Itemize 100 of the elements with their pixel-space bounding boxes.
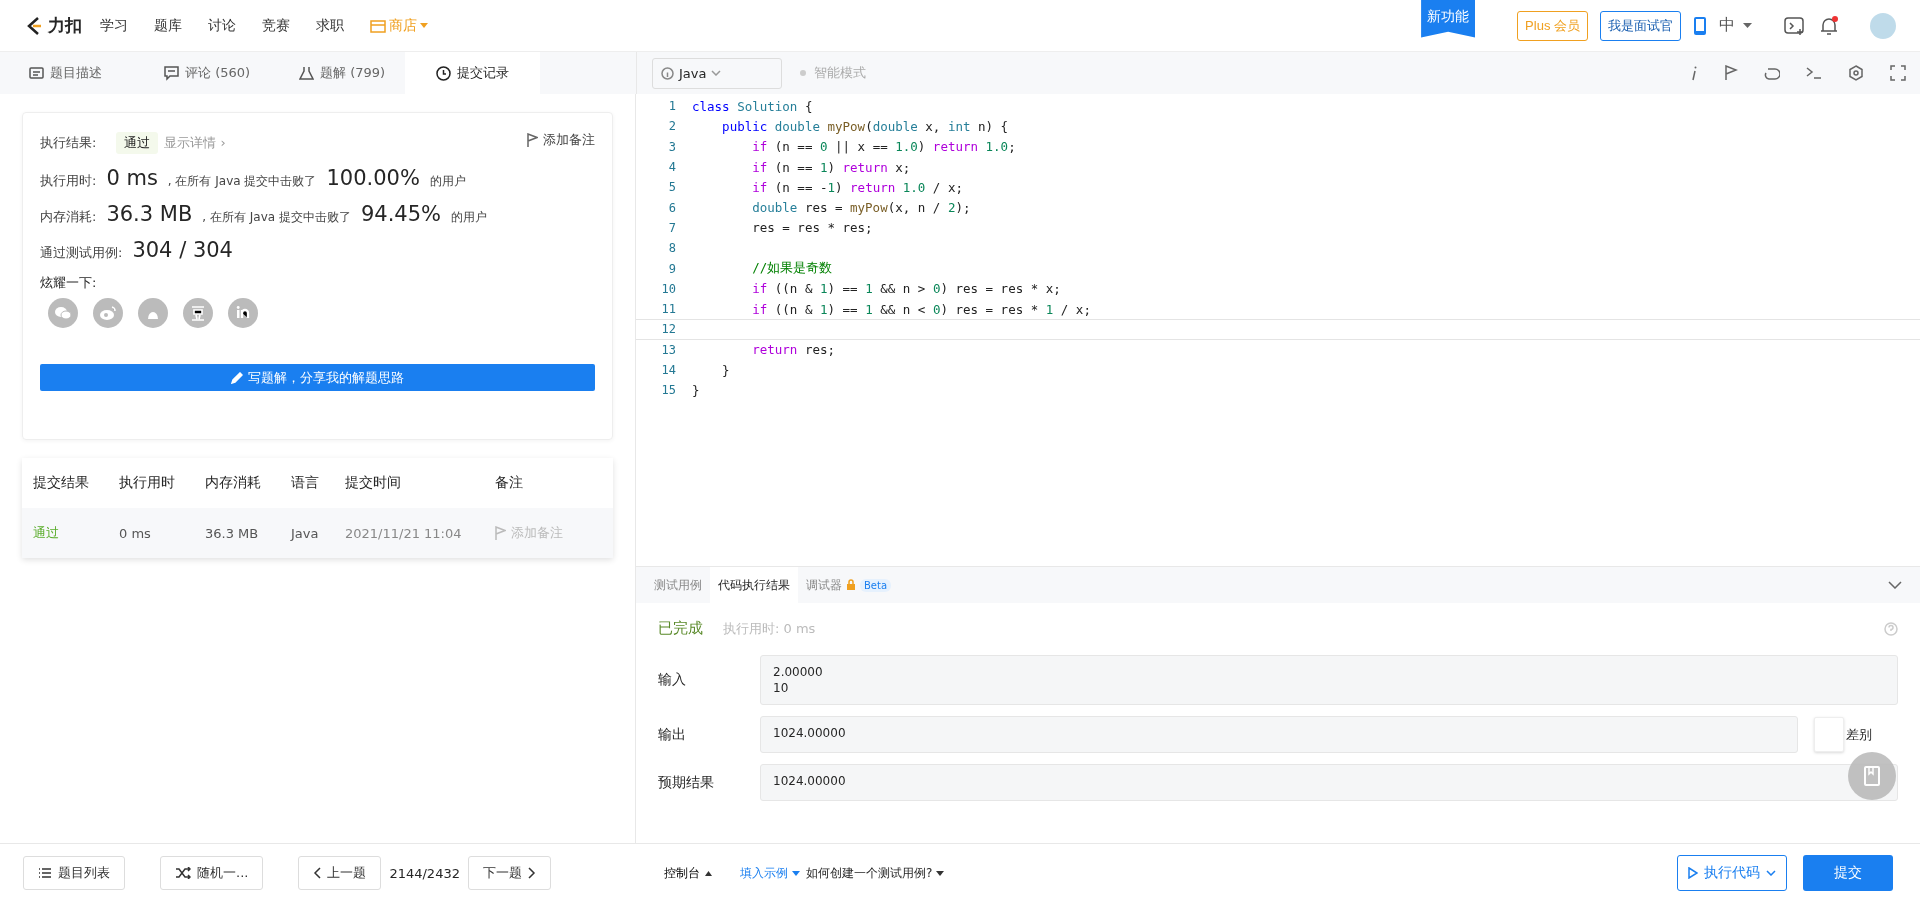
tab[interactable]: 代码执行结果 xyxy=(710,567,798,603)
tab[interactable]: 评论 (560) xyxy=(135,52,270,94)
result-label: 执行结果: xyxy=(40,134,97,152)
problem-counter: 2144/2432 xyxy=(389,865,460,881)
nav-link[interactable]: 讨论 xyxy=(208,16,236,35)
in-logo-icon[interactable] xyxy=(228,298,258,328)
flag-icon[interactable] xyxy=(1724,65,1738,81)
code-line: if ((n & 1) == 1 && n < 0) res = res * 1 / x; xyxy=(751,301,1091,317)
fullscreen-icon[interactable] xyxy=(1890,65,1906,81)
column-header: 提交时间 xyxy=(345,474,402,492)
comment-icon xyxy=(164,65,179,81)
line-number: 8 xyxy=(667,241,676,256)
column-header: 提交结果 xyxy=(33,474,90,492)
stat-text: , 在所有 Java 提交中击败了 xyxy=(202,209,351,226)
stat-percent: 94.45% xyxy=(360,202,442,226)
column-header: 执行用时 xyxy=(119,474,176,492)
code-line: public double myPow(double x, int n) { xyxy=(721,118,1009,134)
terminal-icon[interactable] xyxy=(1784,15,1806,36)
lock-icon xyxy=(846,579,856,591)
add-note-link[interactable]: 添加备注 xyxy=(527,131,595,149)
pencil-icon xyxy=(231,371,243,384)
fill-example-link[interactable]: 填入示例 xyxy=(740,864,800,882)
console-icon[interactable] xyxy=(1806,67,1822,79)
language-dropdown[interactable]: Java xyxy=(652,57,782,89)
next-button[interactable]: 下一题 xyxy=(467,856,551,890)
previous-button[interactable]: 上一题 xyxy=(298,856,382,890)
write-solution-button[interactable]: 写题解，分享我的解题思路 xyxy=(40,364,595,391)
info-icon[interactable] xyxy=(1690,65,1698,81)
stat-text: 的用户 xyxy=(429,173,466,190)
line-number: 13 xyxy=(660,342,676,357)
stat-text: 的用户 xyxy=(451,209,488,226)
code-line: if (n == 1) return x; xyxy=(751,159,911,175)
runtime-text: 执行用时: 0 ms xyxy=(723,619,816,638)
field-label: 输入 xyxy=(658,671,687,689)
floating-button[interactable] xyxy=(1848,752,1896,800)
logo-text[interactable]: 力扣 xyxy=(48,14,82,37)
flag-icon xyxy=(527,133,538,147)
line-number: 1 xyxy=(667,99,676,114)
tab[interactable]: 提交记录 xyxy=(405,52,540,94)
caret-icon xyxy=(1743,22,1752,29)
tab[interactable]: 测试用例 xyxy=(646,567,710,603)
run-code-button[interactable]: 执行代码 xyxy=(1677,855,1787,891)
output-box: 1024.00000 xyxy=(760,764,1898,801)
code-line: //如果是奇数 xyxy=(751,260,833,277)
stat-value: 304 / 304 xyxy=(132,238,233,262)
line-number: 10 xyxy=(660,281,676,296)
column-header: 语言 xyxy=(291,474,320,492)
diff-switch[interactable] xyxy=(1814,717,1844,752)
interviewer-button[interactable]: 我是面试官 xyxy=(1600,10,1681,41)
problem-list-button[interactable]: 题目列表 xyxy=(23,856,125,890)
chat-bubbles-icon[interactable] xyxy=(48,298,78,328)
tab[interactable]: 题解 (799) xyxy=(270,52,405,94)
status-text: 已完成 xyxy=(658,619,703,638)
stat-label: 通过测试用例: xyxy=(40,244,123,262)
bell-icon[interactable] xyxy=(1818,14,1840,37)
caret-icon xyxy=(792,870,800,876)
nav-link[interactable]: 学习 xyxy=(100,16,128,35)
language-selector[interactable]: 中 xyxy=(1719,15,1752,36)
phone-icon[interactable] xyxy=(1693,15,1707,36)
line-number: 3 xyxy=(667,139,676,154)
stat-value: 0 ms xyxy=(106,166,158,190)
caret-icon xyxy=(705,870,712,876)
new-feature-ribbon[interactable]: 新功能 xyxy=(1421,0,1476,38)
share-label: 炫耀一下: xyxy=(40,274,98,292)
code-line: double res = myPow(x, n / 2); xyxy=(751,200,971,216)
flag-icon xyxy=(495,526,506,540)
reset-icon[interactable] xyxy=(1764,66,1780,80)
settings-icon[interactable] xyxy=(1848,65,1864,81)
help-link[interactable]: 如何创建一个测试用例? xyxy=(806,864,945,882)
tab[interactable]: 调试器 Beta xyxy=(798,567,900,603)
output-box: 2.00000 10 xyxy=(760,655,1898,705)
collapse-icon[interactable] xyxy=(1888,581,1902,589)
code-line: res = res * res; xyxy=(751,220,873,236)
nav-link[interactable]: 题库 xyxy=(154,16,182,35)
code-line: } xyxy=(721,362,730,378)
diff-label: 差别 xyxy=(1846,725,1872,744)
line-number: 9 xyxy=(667,261,676,276)
flask-icon xyxy=(299,65,314,81)
stat-label: 执行用时: xyxy=(40,172,97,190)
caret-icon xyxy=(1766,870,1776,876)
chevron-left-icon xyxy=(313,867,322,879)
random-button[interactable]: 随机一... xyxy=(160,856,264,890)
line-number: 5 xyxy=(667,180,676,195)
stat-value: 36.3 MB xyxy=(106,202,193,226)
line-number: 4 xyxy=(667,160,676,175)
submit-button[interactable]: 提交 xyxy=(1803,855,1893,891)
table-cell-text: 0 ms xyxy=(119,525,152,541)
beta-badge: Beta xyxy=(860,578,892,592)
table-cell-text: Java xyxy=(291,525,320,541)
nav-link[interactable]: 竞赛 xyxy=(262,16,290,35)
caret-icon xyxy=(711,70,722,76)
console-button[interactable]: 控制台 xyxy=(658,863,718,883)
store-icon xyxy=(370,18,386,33)
line-number: 15 xyxy=(660,383,676,398)
tab[interactable]: 题目描述 xyxy=(0,52,135,94)
code-line: if ((n & 1) == 1 && n > 0) res = res * x; xyxy=(751,281,1061,297)
nav-link[interactable]: 求职 xyxy=(316,16,344,35)
caret-icon xyxy=(936,870,945,876)
code-line: if (n == 0 || x == 1.0) return 1.0; xyxy=(751,139,1016,155)
table-cell-text: 2021/11/21 11:04 xyxy=(345,525,463,541)
